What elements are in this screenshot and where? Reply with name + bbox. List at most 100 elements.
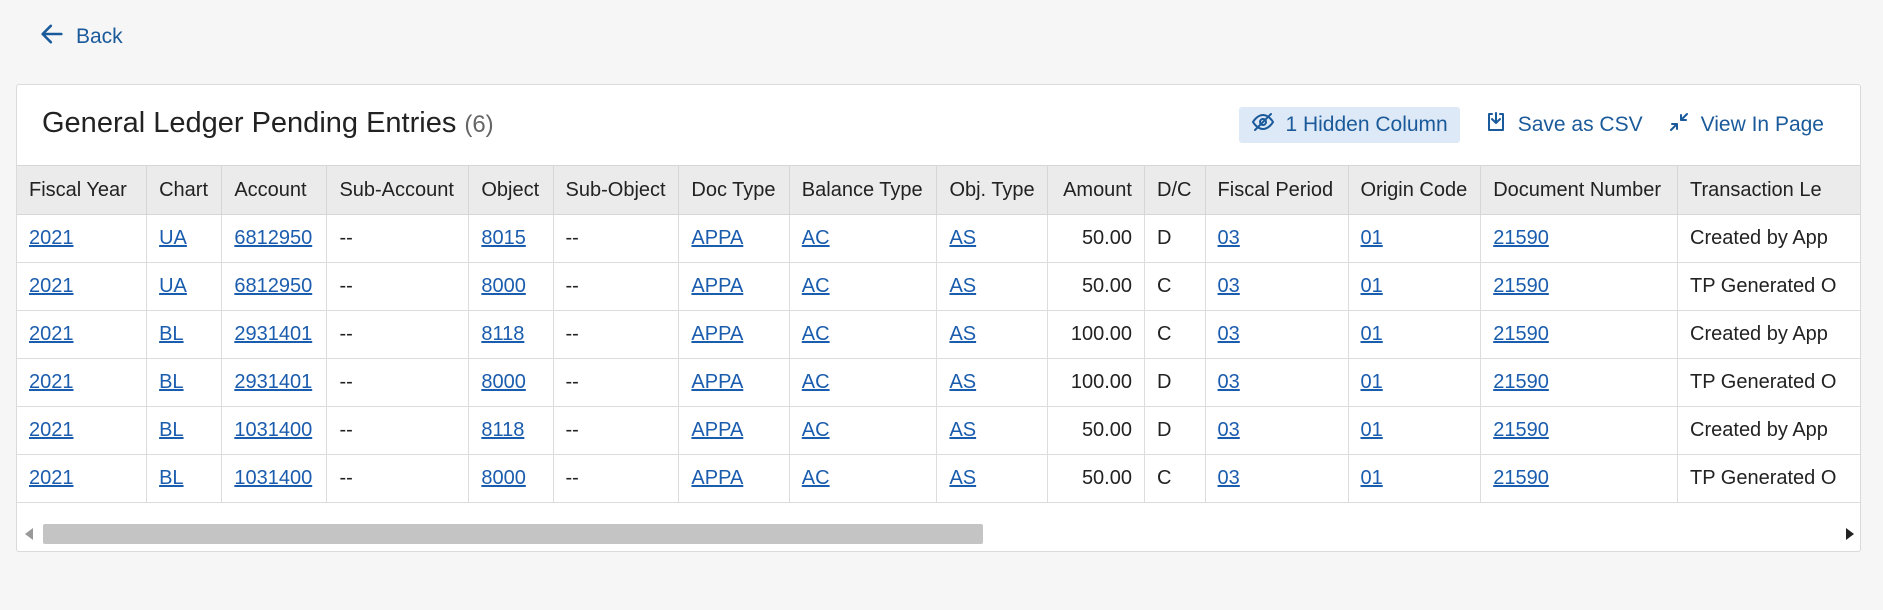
cell-link[interactable]: 03 (1218, 419, 1240, 441)
table-cell: 21590 (1480, 406, 1679, 455)
scroll-left-arrow-icon[interactable] (25, 528, 33, 540)
cell-link[interactable]: AS (949, 323, 976, 345)
table-cell: AC (789, 358, 938, 407)
cell-link[interactable]: 01 (1361, 467, 1383, 489)
cell-link[interactable]: 2021 (29, 419, 74, 441)
cell-link[interactable]: 8000 (481, 371, 526, 393)
cell-link[interactable]: 8015 (481, 227, 526, 249)
table-cell: 01 (1348, 262, 1482, 311)
table-cell: 01 (1348, 406, 1482, 455)
cell-link[interactable]: 2021 (29, 227, 74, 249)
cell-link[interactable]: BL (159, 371, 183, 393)
cell-link[interactable]: AC (802, 275, 830, 297)
column-header[interactable]: Obj. Type (936, 165, 1049, 215)
column-header[interactable]: Amount (1047, 165, 1145, 215)
cell-link[interactable]: 03 (1218, 275, 1240, 297)
cell-link[interactable]: 2021 (29, 275, 74, 297)
cell-link[interactable]: APPA (691, 371, 743, 393)
table-cell: C (1144, 262, 1206, 311)
column-header[interactable]: Sub-Object (553, 165, 680, 215)
cell-link[interactable]: 2021 (29, 371, 74, 393)
cell-link[interactable]: AC (802, 467, 830, 489)
table-cell: APPA (678, 358, 790, 407)
horizontal-scrollbar[interactable] (17, 522, 1860, 544)
cell-link[interactable]: AC (802, 323, 830, 345)
column-header[interactable]: Doc Type (678, 165, 790, 215)
cell-link[interactable]: AS (949, 467, 976, 489)
cell-link[interactable]: 03 (1218, 371, 1240, 393)
save-csv-button[interactable]: Save as CSV (1484, 107, 1643, 143)
cell-link[interactable]: 6812950 (234, 227, 312, 249)
cell-link[interactable]: APPA (691, 275, 743, 297)
cell-link[interactable]: 01 (1361, 371, 1383, 393)
table-cell: 03 (1205, 262, 1349, 311)
cell-link[interactable]: APPA (691, 323, 743, 345)
table-cell: -- (553, 358, 680, 407)
column-header[interactable]: Account (221, 165, 328, 215)
column-header[interactable]: Chart (146, 165, 223, 215)
column-header[interactable]: Fiscal Period (1205, 165, 1349, 215)
cell-link[interactable]: 2021 (29, 467, 74, 489)
cell-link[interactable]: 01 (1361, 419, 1383, 441)
cell-link[interactable]: 03 (1218, 323, 1240, 345)
cell-link[interactable]: BL (159, 467, 183, 489)
column-header[interactable]: Transaction Le (1677, 165, 1860, 215)
scroll-right-arrow-icon[interactable] (1846, 528, 1854, 540)
cell-link[interactable]: 01 (1361, 323, 1383, 345)
cell-link[interactable]: 8118 (481, 419, 524, 441)
cell-link[interactable]: APPA (691, 467, 743, 489)
cell-link[interactable]: 01 (1361, 275, 1383, 297)
cell-link[interactable]: 21590 (1493, 323, 1549, 345)
scrollbar-thumb[interactable] (43, 524, 983, 544)
cell-link[interactable]: 2931401 (234, 371, 312, 393)
cell-link[interactable]: AS (949, 371, 976, 393)
cell-link[interactable]: 1031400 (234, 467, 312, 489)
cell-link[interactable]: APPA (691, 227, 743, 249)
back-link[interactable]: Back (38, 20, 123, 54)
table-cell: 21590 (1480, 214, 1679, 263)
cell-link[interactable]: 03 (1218, 227, 1240, 249)
cell-link[interactable]: 2021 (29, 323, 74, 345)
column-header[interactable]: Document Number (1480, 165, 1679, 215)
column-header[interactable]: Object (468, 165, 554, 215)
cell-link[interactable]: 8000 (481, 275, 526, 297)
cell-link[interactable]: UA (159, 227, 187, 249)
hidden-columns-button[interactable]: 1 Hidden Column (1239, 107, 1460, 143)
cell-link[interactable]: 21590 (1493, 227, 1549, 249)
cell-link[interactable]: UA (159, 275, 187, 297)
cell-link[interactable]: 6812950 (234, 275, 312, 297)
column-header[interactable]: D/C (1144, 165, 1206, 215)
cell-link[interactable]: BL (159, 323, 183, 345)
table-cell: 2021 (17, 454, 148, 503)
column-header[interactable]: Origin Code (1348, 165, 1482, 215)
table-cell: 21590 (1480, 262, 1679, 311)
cell-link[interactable]: BL (159, 419, 183, 441)
cell-link[interactable]: 21590 (1493, 467, 1549, 489)
cell-link[interactable]: 21590 (1493, 275, 1549, 297)
cell-link[interactable]: AC (802, 371, 830, 393)
table-cell: 8000 (468, 262, 554, 311)
cell-link[interactable]: AS (949, 419, 976, 441)
cell-link[interactable]: 8000 (481, 467, 526, 489)
table-cell: AC (789, 406, 938, 455)
column-header[interactable]: Sub-Account (326, 165, 470, 215)
cell-link[interactable]: AS (949, 227, 976, 249)
view-in-page-button[interactable]: View In Page (1667, 107, 1824, 143)
table-cell: TP Generated O (1677, 454, 1860, 503)
cell-link[interactable]: APPA (691, 419, 743, 441)
cell-link[interactable]: AC (802, 227, 830, 249)
cell-link[interactable]: 21590 (1493, 419, 1549, 441)
cell-link[interactable]: 03 (1218, 467, 1240, 489)
cell-link[interactable]: 1031400 (234, 419, 312, 441)
cell-link[interactable]: 2931401 (234, 323, 312, 345)
table-cell: 6812950 (221, 214, 328, 263)
cell-link[interactable]: 21590 (1493, 371, 1549, 393)
cell-link[interactable]: AS (949, 275, 976, 297)
cell-link[interactable]: AC (802, 419, 830, 441)
column-header[interactable]: Fiscal Year (17, 165, 148, 215)
table-cell: -- (553, 310, 680, 359)
table-container[interactable]: Fiscal Year Chart Account Sub-Account Object… (17, 165, 1860, 505)
cell-link[interactable]: 8118 (481, 323, 524, 345)
column-header[interactable]: Balance Type (789, 165, 938, 215)
cell-link[interactable]: 01 (1361, 227, 1383, 249)
